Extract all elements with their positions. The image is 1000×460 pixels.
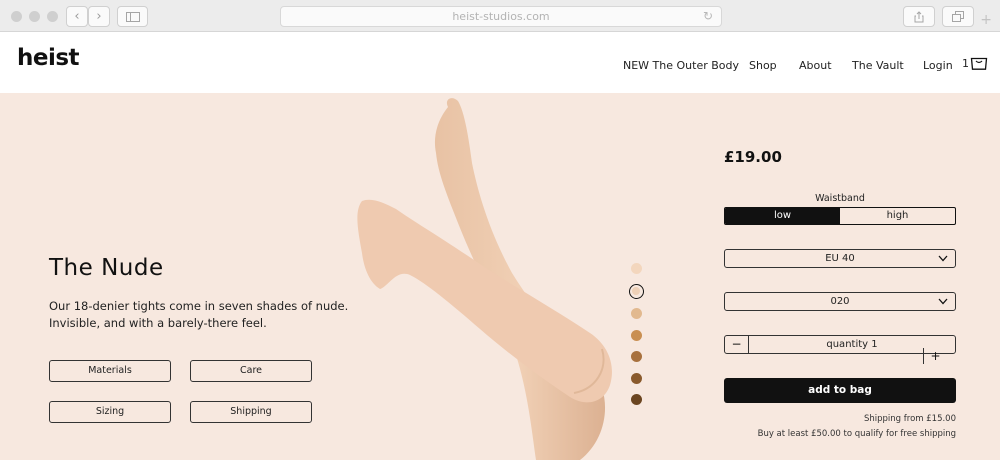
waistband-toggle: low high bbox=[724, 207, 956, 225]
brand-logo[interactable]: heist bbox=[17, 45, 80, 71]
chevron-down-icon bbox=[938, 255, 948, 262]
legs-product-image bbox=[357, 98, 612, 460]
materials-button[interactable]: Materials bbox=[49, 360, 171, 382]
shipping-note: Shipping from £15.00 bbox=[863, 414, 956, 424]
shopping-bag-icon[interactable] bbox=[970, 54, 988, 70]
zoom-window-dot[interactable] bbox=[47, 11, 58, 22]
waistband-label: Waistband bbox=[815, 193, 865, 204]
shade-swatch-6[interactable] bbox=[631, 373, 642, 384]
add-to-bag-button[interactable]: add to bag bbox=[724, 378, 956, 403]
shade-swatch-7[interactable] bbox=[631, 394, 642, 405]
tabs-icon bbox=[952, 11, 964, 22]
close-window-dot[interactable] bbox=[11, 11, 22, 22]
share-icon bbox=[914, 11, 924, 23]
shade-swatch-4[interactable] bbox=[631, 330, 642, 341]
free-shipping-note: Buy at least £50.00 to qualify for free … bbox=[757, 429, 956, 439]
shade-swatch-1[interactable] bbox=[631, 263, 642, 274]
nav-item-outer-body[interactable]: NEW The Outer Body bbox=[623, 59, 739, 72]
sidebar-icon bbox=[125, 12, 140, 22]
forward-button[interactable]: › bbox=[88, 6, 110, 27]
waistband-option-low[interactable]: low bbox=[725, 208, 840, 224]
new-tab-icon[interactable]: + bbox=[980, 12, 992, 28]
chevron-right-icon: › bbox=[96, 9, 102, 24]
share-button[interactable] bbox=[903, 6, 935, 27]
shipping-button[interactable]: Shipping bbox=[190, 401, 312, 423]
color-select[interactable]: 020 bbox=[724, 292, 956, 311]
cart-count[interactable]: 1 bbox=[962, 57, 969, 70]
quantity-decrease-button[interactable]: − bbox=[725, 336, 749, 353]
nav-item-the-vault[interactable]: The Vault bbox=[852, 59, 904, 72]
address-bar[interactable]: heist-studios.com ↻ bbox=[280, 6, 722, 27]
back-button[interactable]: ‹ bbox=[66, 6, 88, 27]
waistband-option-high[interactable]: high bbox=[840, 208, 955, 224]
nav-item-about[interactable]: About bbox=[799, 59, 832, 72]
site-header: heist NEW The Outer Body Shop About The … bbox=[0, 32, 1000, 93]
chevron-down-icon bbox=[938, 298, 948, 305]
size-select[interactable]: EU 40 bbox=[724, 249, 956, 268]
shade-swatch-2-selected[interactable] bbox=[629, 284, 644, 299]
product-price: £19.00 bbox=[724, 148, 782, 166]
tabs-button[interactable] bbox=[942, 6, 974, 27]
care-button[interactable]: Care bbox=[190, 360, 312, 382]
quantity-stepper: − quantity 1 + bbox=[724, 335, 956, 364]
nav-item-shop[interactable]: Shop bbox=[749, 59, 777, 72]
product-hero: The Nude Our 18-denier tights come in se… bbox=[0, 93, 1000, 460]
size-select-value: EU 40 bbox=[825, 253, 855, 264]
url-text: heist-studios.com bbox=[452, 10, 550, 23]
shade-swatch-5[interactable] bbox=[631, 351, 642, 362]
chevron-left-icon: ‹ bbox=[74, 9, 80, 24]
color-select-value: 020 bbox=[830, 296, 850, 307]
sidebar-toggle-button[interactable] bbox=[117, 6, 148, 27]
minimize-window-dot[interactable] bbox=[29, 11, 40, 22]
reload-icon[interactable]: ↻ bbox=[703, 7, 713, 26]
sizing-button[interactable]: Sizing bbox=[49, 401, 171, 423]
quantity-increase-button[interactable]: + bbox=[923, 348, 947, 364]
product-description: Our 18-denier tights come in seven shade… bbox=[49, 299, 349, 330]
nav-item-login[interactable]: Login bbox=[923, 59, 953, 72]
shade-swatch-3[interactable] bbox=[631, 308, 642, 319]
browser-toolbar: ‹ › heist-studios.com ↻ + bbox=[0, 0, 1000, 32]
product-title: The Nude bbox=[49, 255, 164, 281]
